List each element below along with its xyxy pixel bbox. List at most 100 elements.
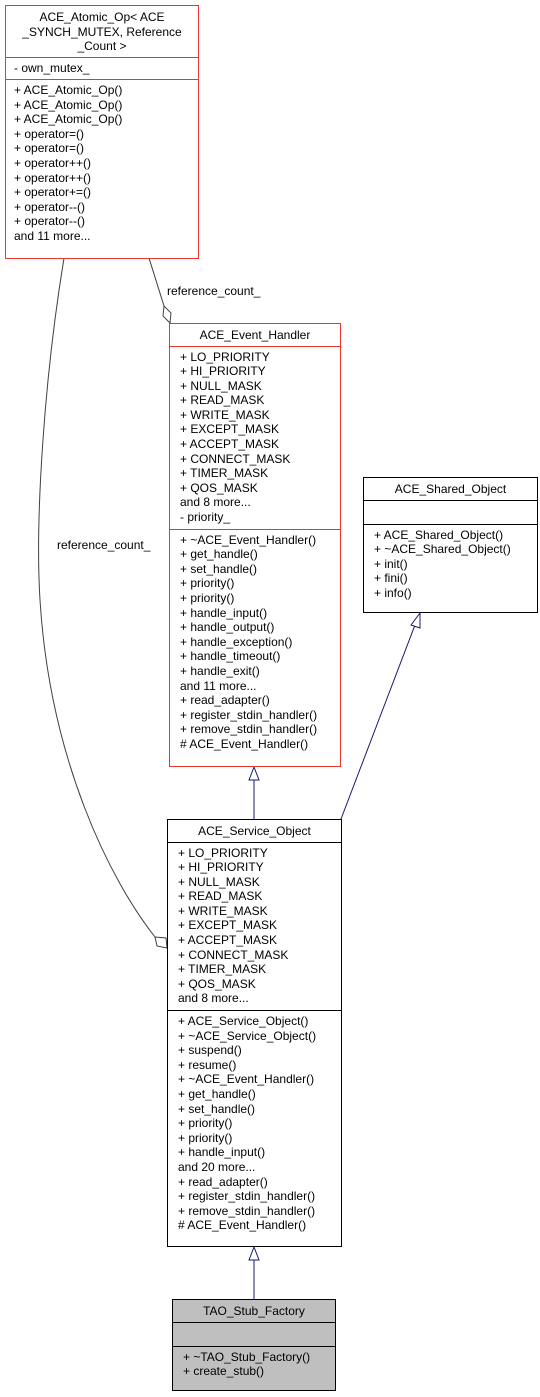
operation: + handle_output(): [180, 620, 275, 635]
operation: + operator=(): [14, 126, 85, 141]
attribute: + EXCEPT_MASK: [178, 918, 278, 933]
inheritance-arrow-service-object: [248, 1245, 260, 1261]
attribute: + READ_MASK: [180, 393, 265, 408]
inheritance-arrow-shared-object: [410, 611, 421, 629]
operation: + handle_input(): [178, 1145, 266, 1160]
operation: + remove_stdin_handler(): [178, 1203, 316, 1218]
class-ace-atomic-op[interactable]: ACE_Atomic_Op< ACE _SYNCH_MUTEX, Referen…: [5, 5, 199, 259]
operation: + operator+=(): [14, 185, 92, 200]
operation: + ~TAO_Stub_Factory(): [183, 1349, 311, 1364]
attribute: + LO_PRIORITY: [180, 349, 270, 364]
class-title-line: _Count >: [77, 39, 127, 53]
class-attributes-empty: [173, 1323, 335, 1347]
attribute: + QOS_MASK: [178, 976, 256, 991]
operation: + priority(): [178, 1130, 233, 1145]
attribute: + HI_PRIORITY: [180, 364, 266, 379]
attribute: + NULL_MASK: [178, 874, 260, 889]
operation: + ACE_Shared_Object(): [374, 527, 504, 542]
operation: + ACE_Atomic_Op(): [14, 83, 123, 98]
class-title-line: ACE_Atomic_Op< ACE: [39, 10, 165, 24]
attribute: + ACCEPT_MASK: [178, 933, 278, 948]
attribute: + CONNECT_MASK: [178, 947, 289, 962]
operation: + read_adapter(): [178, 1174, 268, 1189]
operation: + read_adapter(): [180, 693, 270, 708]
attribute: + EXCEPT_MASK: [180, 422, 280, 437]
operation: + set_handle(): [180, 561, 258, 576]
class-ace-event-handler[interactable]: ACE_Event_Handler + LO_PRIORITY + HI_PRIO…: [169, 323, 341, 767]
attribute: + TIMER_MASK: [180, 466, 269, 481]
operation: + ACE_Atomic_Op(): [14, 97, 123, 112]
class-ace-shared-object[interactable]: ACE_Shared_Object + ACE_Shared_Object() +…: [363, 477, 538, 613]
attribute: + HI_PRIORITY: [178, 860, 264, 875]
class-tao-stub-factory[interactable]: TAO_Stub_Factory + ~TAO_Stub_Factory() + …: [172, 1299, 336, 1391]
operation: + priority(): [180, 591, 235, 605]
operation: + ~ACE_Event_Handler(): [180, 532, 317, 547]
class-operations: + ACE_Shared_Object() + ~ACE_Shared_Objec…: [364, 525, 537, 605]
class-operations: + ACE_Service_Object() + ~ACE_Service_Obj…: [168, 1011, 341, 1237]
operation: + priority(): [180, 576, 235, 591]
attribute: + ACCEPT_MASK: [180, 437, 280, 452]
class-attributes-empty: [364, 501, 537, 525]
attribute: + NULL_MASK: [180, 378, 262, 393]
class-attributes: - own_mutex_: [6, 58, 198, 81]
attribute: + LO_PRIORITY: [178, 845, 268, 860]
attribute: + TIMER_MASK: [178, 962, 267, 977]
operation: + get_handle(): [180, 547, 258, 562]
operation: + ~ACE_Shared_Object(): [374, 542, 511, 557]
operation: + get_handle(): [178, 1087, 256, 1101]
operation: + resume(): [178, 1057, 237, 1072]
operation: # ACE_Event_Handler(): [180, 736, 309, 751]
attribute: and 8 more...: [178, 991, 249, 1006]
operation: + set_handle(): [178, 1101, 256, 1116]
class-title: ACE_Shared_Object: [364, 478, 537, 501]
operation: and 11 more...: [180, 678, 257, 693]
attribute: + READ_MASK: [178, 889, 263, 904]
class-ace-service-object[interactable]: ACE_Service_Object + LO_PRIORITY + HI_PRI…: [167, 819, 342, 1247]
aggregation-diamond-event-handler: [162, 304, 172, 325]
class-operations: + ~ACE_Event_Handler() + get_handle() + se…: [170, 530, 340, 756]
operation: + handle_input(): [180, 605, 268, 620]
operation: + register_stdin_handler(): [180, 707, 318, 722]
operation: + priority(): [178, 1116, 233, 1131]
operation: + create_stub(): [183, 1364, 265, 1379]
operation: and 11 more...: [14, 229, 91, 244]
class-title: ACE_Atomic_Op< ACE _SYNCH_MUTEX, Referen…: [6, 6, 198, 58]
inheritance-edge-service-to-shared-object: [340, 624, 416, 820]
operation: + fini(): [374, 571, 408, 586]
operation: + operator++(): [14, 156, 92, 171]
edge-label-reference-count: reference_count_: [57, 538, 151, 552]
attribute: and 8 more...: [180, 495, 251, 510]
operation: + operator--(): [14, 199, 86, 214]
class-attributes: + LO_PRIORITY + HI_PRIORITY + NULL_MASK + R…: [170, 347, 340, 530]
aggregation-edge-atomic-to-service-object: [38, 257, 156, 938]
class-operations: + ACE_Atomic_Op() + ACE_Atomic_Op() + ACE_…: [6, 80, 198, 248]
attribute: + WRITE_MASK: [178, 903, 268, 918]
operation: + suspend(): [178, 1043, 242, 1058]
operation: + ~ACE_Event_Handler(): [178, 1072, 315, 1087]
operation: + info(): [374, 585, 412, 600]
attribute: - own_mutex_: [14, 60, 90, 75]
operation: + register_stdin_handler(): [178, 1189, 316, 1204]
operation: + operator=(): [14, 141, 85, 156]
operation: + operator++(): [14, 170, 92, 185]
edge-label-reference-count: reference_count_: [167, 284, 261, 298]
inheritance-arrow-event-handler: [248, 765, 260, 781]
operation: + ACE_Service_Object(): [178, 1014, 309, 1029]
operation: + ACE_Atomic_Op(): [14, 112, 123, 127]
attribute: + CONNECT_MASK: [180, 451, 291, 466]
class-title: TAO_Stub_Factory: [173, 1300, 335, 1323]
operation: + operator--(): [14, 214, 86, 229]
class-title: ACE_Event_Handler: [170, 324, 340, 347]
attribute: + QOS_MASK: [180, 480, 258, 495]
aggregation-edge-atomic-to-event-handler: [148, 257, 165, 307]
class-title: ACE_Service_Object: [168, 820, 341, 843]
operation: # ACE_Event_Handler(): [178, 1218, 307, 1233]
aggregation-diamond-service-object: [154, 936, 168, 949]
class-title-line: _SYNCH_MUTEX, Reference: [22, 24, 182, 39]
operation: + init(): [374, 556, 408, 571]
attribute: - priority_: [180, 510, 231, 525]
operation: + handle_exception(): [180, 634, 293, 649]
operation: + handle_exit(): [180, 663, 260, 678]
class-attributes: + LO_PRIORITY + HI_PRIORITY + NULL_MASK + R…: [168, 843, 341, 1012]
operation: and 20 more...: [178, 1159, 256, 1174]
